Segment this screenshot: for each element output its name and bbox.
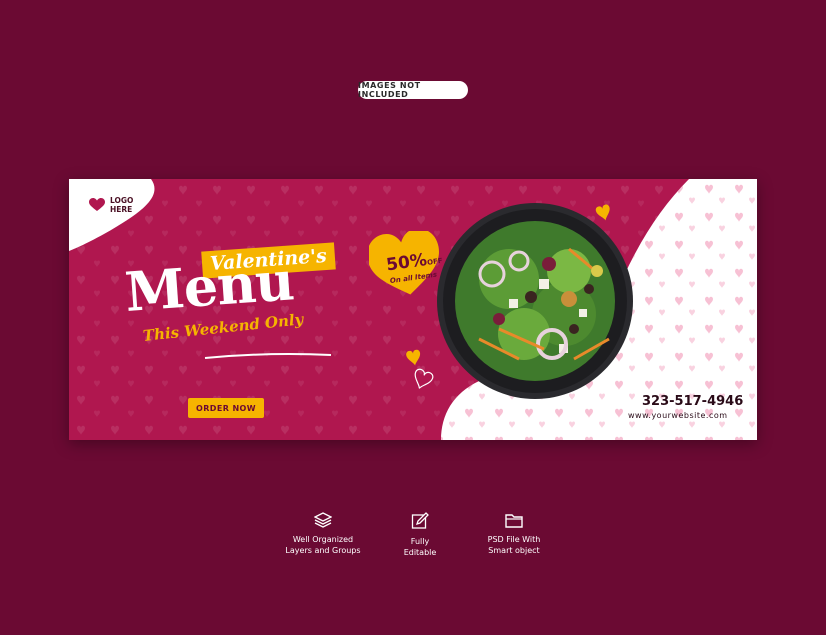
- feature-layers: Well Organized Layers and Groups: [273, 512, 373, 556]
- underline-stroke: [204, 353, 332, 359]
- heart-icon: [89, 198, 105, 211]
- edit-icon: [411, 512, 429, 529]
- logo: LOGO HERE: [89, 196, 133, 214]
- order-now-button[interactable]: ORDER NOW: [188, 398, 264, 418]
- logo-line-2: HERE: [110, 205, 133, 214]
- logo-line-1: LOGO: [110, 196, 134, 205]
- website-link[interactable]: www.yourwebsite.com: [628, 411, 728, 420]
- feature-label: Well Organized Layers and Groups: [285, 535, 361, 555]
- folder-icon: [505, 514, 523, 528]
- logo-text: LOGO HERE: [110, 196, 133, 214]
- headline-main: Menu: [122, 248, 296, 324]
- images-not-included-badge: IMAGES NOT INCLUDED: [358, 81, 468, 99]
- feature-label: PSD File With Smart object: [487, 535, 541, 555]
- phone-number: 323-517-4946: [642, 394, 744, 409]
- salad-plate-image: [437, 203, 633, 399]
- feature-label: Fully Editable: [403, 537, 437, 557]
- feature-editable: Fully Editable: [370, 512, 470, 558]
- feature-psd: PSD File With Smart object: [464, 512, 564, 556]
- cover-banner: LOGO HERE Valentine's Menu This Weekend …: [69, 179, 757, 440]
- headline: Valentine's Menu This Weekend Only: [122, 241, 365, 361]
- layers-icon: [314, 512, 332, 528]
